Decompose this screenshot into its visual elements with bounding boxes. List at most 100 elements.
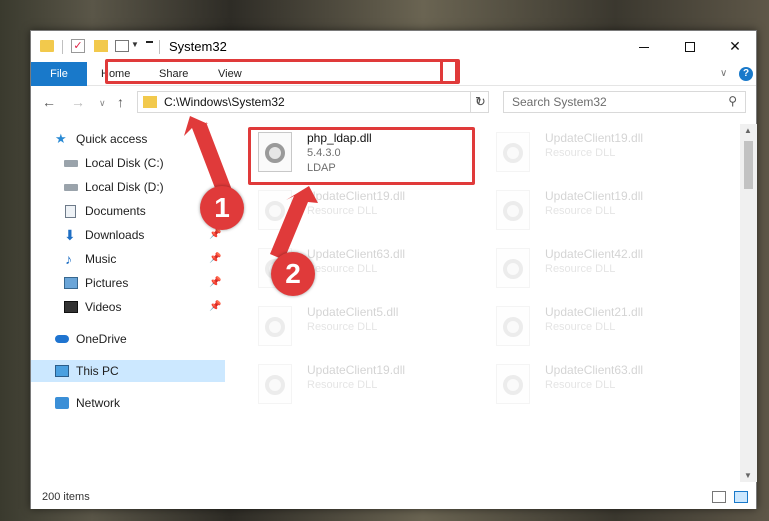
recent-locations-icon[interactable]: ∨ (99, 98, 106, 109)
refresh-button[interactable]: ↻ (470, 91, 490, 113)
close-button[interactable]: ✕ (712, 31, 758, 62)
drive-icon (64, 160, 78, 167)
refresh-highlight-box (440, 59, 460, 84)
network-icon (55, 397, 69, 409)
pictures-icon (64, 277, 78, 289)
large-icons-view-icon[interactable] (734, 491, 748, 503)
sidebar-item-pictures[interactable]: Pictures 📌 (31, 272, 225, 294)
pin-icon[interactable]: 📌 (209, 248, 221, 270)
dll-file-icon (496, 306, 530, 346)
gear-icon (265, 375, 285, 395)
pin-icon[interactable]: 📌 (209, 296, 221, 318)
sidebar-item-this-pc[interactable]: This PC (31, 360, 225, 382)
sidebar-item-label: OneDrive (76, 332, 127, 346)
sidebar-item-label: Local Disk (D:) (85, 180, 164, 194)
file-type: Resource DLL (545, 263, 616, 275)
file-name: UpdateClient63.dll (307, 247, 406, 261)
callout-badge-2: 2 (271, 252, 315, 296)
title-bar: ✓ ▼ System32 ✕ (31, 31, 756, 62)
file-tile[interactable]: UpdateClient19.dll Resource DLL (250, 358, 470, 414)
dll-file-icon (496, 190, 530, 230)
properties-icon[interactable] (115, 40, 129, 52)
music-icon: ♪ (65, 251, 72, 267)
vertical-scrollbar[interactable]: ▲ ▼ (740, 124, 757, 482)
callout-badge-1: 1 (200, 186, 244, 230)
properties-check-icon[interactable]: ✓ (71, 39, 85, 53)
help-icon[interactable]: ? (739, 67, 753, 81)
expand-ribbon-icon[interactable]: ∨ (720, 68, 727, 79)
sidebar-item-label: Local Disk (C:) (85, 156, 164, 170)
file-type: Resource DLL (545, 205, 616, 217)
title-separator (159, 40, 160, 54)
file-name: UpdateClient19.dll (545, 189, 644, 203)
new-folder-icon[interactable] (94, 40, 108, 52)
search-icon[interactable]: ⚲ (728, 94, 737, 108)
address-bar[interactable]: C:\Windows\System32 ∨ (137, 91, 489, 113)
chevron-down-icon[interactable]: ▼ (131, 40, 139, 58)
maximize-icon (685, 42, 695, 53)
status-bar: 200 items (31, 486, 756, 509)
folder-icon[interactable] (40, 40, 54, 52)
sidebar-item-onedrive[interactable]: OneDrive (31, 328, 225, 350)
gear-icon (503, 143, 523, 163)
tab-file[interactable]: File (31, 62, 87, 86)
dll-file-icon (496, 132, 530, 172)
dll-file-icon (258, 364, 292, 404)
up-button[interactable]: ↑ (117, 94, 124, 110)
navigation-pane: ★ Quick access Local Disk (C:) Local Dis… (31, 124, 225, 482)
file-tile[interactable]: UpdateClient19.dll Resource DLL (250, 184, 470, 240)
file-name: UpdateClient19.dll (307, 363, 406, 377)
sidebar-item-label: Music (85, 252, 117, 266)
minimize-button[interactable] (621, 31, 667, 62)
file-explorer-window: ✓ ▼ System32 ✕ File Home Share View ∨ ? … (30, 30, 757, 509)
scroll-down-icon[interactable]: ▼ (744, 471, 752, 480)
star-icon: ★ (55, 131, 67, 146)
scroll-up-icon[interactable]: ▲ (744, 126, 752, 135)
file-type: Resource DLL (307, 263, 378, 275)
downloads-icon: ⬇ (64, 227, 76, 243)
dll-file-icon (258, 306, 292, 346)
sidebar-item-documents[interactable]: Documents (31, 200, 225, 222)
back-button[interactable]: ← (42, 94, 56, 110)
maximize-button[interactable] (667, 31, 713, 62)
file-tile[interactable]: UpdateClient63.dll Resource DLL (488, 358, 708, 414)
sidebar-item-music[interactable]: ♪ Music 📌 (31, 248, 225, 270)
file-tile[interactable]: UpdateClient42.dll Resource DLL (488, 242, 708, 298)
minimize-icon (639, 46, 649, 48)
address-path[interactable]: C:\Windows\System32 (164, 95, 285, 109)
documents-icon (65, 205, 76, 218)
sidebar-item-videos[interactable]: Videos 📌 (31, 296, 225, 318)
file-name: UpdateClient21.dll (545, 305, 644, 319)
sidebar-item-local-disk-d[interactable]: Local Disk (D:) (31, 176, 225, 198)
search-input[interactable]: Search System32 ⚲ (503, 91, 746, 113)
details-view-icon[interactable] (712, 491, 726, 503)
file-type: Resource DLL (307, 205, 378, 217)
sidebar-item-label: Videos (85, 300, 122, 314)
customize-toolbar-icon[interactable] (146, 41, 153, 43)
search-placeholder: Search System32 (512, 95, 607, 109)
sidebar-item-quick-access[interactable]: ★ Quick access (31, 128, 225, 150)
file-name: UpdateClient63.dll (545, 363, 644, 377)
window-title: System32 (169, 39, 227, 54)
dll-file-icon (496, 364, 530, 404)
sidebar-item-label: Pictures (85, 276, 129, 290)
scroll-thumb[interactable] (744, 141, 753, 189)
sidebar-item-downloads[interactable]: ⬇ Downloads 📌 (31, 224, 225, 246)
forward-button[interactable]: → (71, 94, 85, 110)
file-tile[interactable]: UpdateClient19.dll Resource DLL (488, 184, 708, 240)
sidebar-item-network[interactable]: Network (31, 392, 225, 414)
address-highlight-box (105, 59, 458, 84)
this-pc-icon (55, 365, 69, 377)
sidebar-item-label: Quick access (76, 132, 148, 146)
file-highlight-box (248, 127, 475, 185)
file-tile[interactable]: UpdateClient21.dll Resource DLL (488, 300, 708, 356)
item-count: 200 items (42, 491, 90, 503)
sidebar-item-label: Documents (85, 204, 146, 218)
file-tile[interactable]: UpdateClient19.dll Resource DLL (488, 126, 708, 182)
file-type: Resource DLL (545, 147, 616, 159)
file-name: UpdateClient5.dll (307, 305, 399, 319)
pin-icon[interactable]: 📌 (209, 272, 221, 294)
sidebar-item-local-disk-c[interactable]: Local Disk (C:) (31, 152, 225, 174)
file-type: Resource DLL (307, 321, 378, 333)
file-tile[interactable]: UpdateClient5.dll Resource DLL (250, 300, 470, 356)
